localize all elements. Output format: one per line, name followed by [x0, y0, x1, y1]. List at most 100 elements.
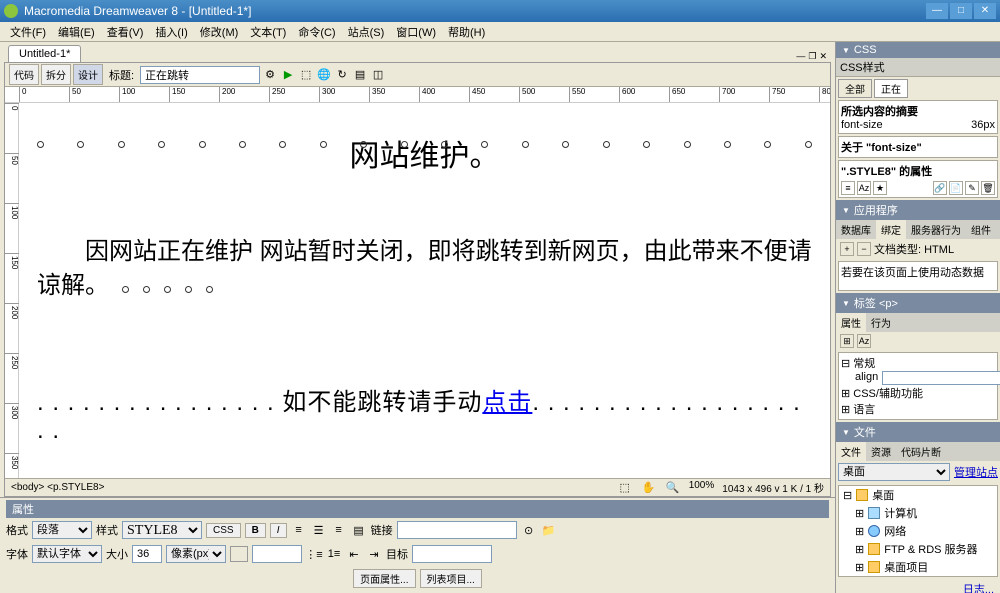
zoom-value[interactable]: 100%	[689, 480, 715, 496]
css-button[interactable]: CSS	[206, 523, 241, 538]
tag-selector[interactable]: <body> <p.STYLE8>	[11, 482, 104, 493]
css-panel-header[interactable]: CSS	[836, 42, 1000, 58]
tree-network[interactable]: ⊞网络	[839, 522, 997, 540]
menu-命令[interactable]: 命令(C)	[292, 22, 341, 42]
tree-computer[interactable]: ⊞计算机	[839, 504, 997, 522]
refresh-icon[interactable]: ↻	[334, 67, 350, 83]
indent-icon[interactable]: ⇥	[366, 546, 382, 562]
browser-check-icon[interactable]: ▶	[280, 67, 296, 83]
page-heading[interactable]: 网站维护。	[37, 131, 812, 175]
minus-icon[interactable]: −	[857, 242, 871, 256]
view-options-icon[interactable]: ▤	[352, 67, 368, 83]
delete-rule-icon[interactable]: 🗑	[981, 181, 995, 195]
tag-attrs-tab[interactable]: 属性	[836, 313, 866, 332]
ul-icon[interactable]: ⋮≡	[306, 546, 322, 562]
css-styles-tab[interactable]: CSS样式	[836, 58, 1000, 77]
italic-button[interactable]: I	[270, 523, 287, 538]
align-right-icon[interactable]: ≡	[331, 522, 347, 538]
doc-close-icon[interactable]: ✕	[819, 51, 827, 62]
maximize-button[interactable]: □	[950, 3, 972, 19]
point-to-file-icon[interactable]: ⊙	[521, 522, 537, 538]
tree-ftp[interactable]: ⊞FTP & RDS 服务器	[839, 540, 997, 558]
tag-behaviors-tab[interactable]: 行为	[866, 313, 896, 332]
bold-button[interactable]: B	[245, 523, 266, 538]
css-current-tab[interactable]: 正在	[874, 79, 908, 98]
design-view-button[interactable]: 设计	[73, 64, 103, 85]
split-view-button[interactable]: 拆分	[41, 64, 71, 85]
select-tool-icon[interactable]: ⬚	[617, 480, 633, 496]
edit-rule-icon[interactable]: ✎	[965, 181, 979, 195]
attach-css-icon[interactable]: 🔗	[933, 181, 947, 195]
preview-icon[interactable]: 🌐	[316, 67, 332, 83]
minimize-button[interactable]: —	[926, 3, 948, 19]
properties-header[interactable]: 属性	[12, 501, 34, 517]
font-select[interactable]: 默认字体	[32, 545, 102, 563]
tag-cat-icon[interactable]: ⊞	[840, 334, 854, 348]
menu-查看[interactable]: 查看(V)	[101, 22, 150, 42]
plus-icon[interactable]: +	[840, 242, 854, 256]
page-paragraph[interactable]: 因网站正在维护 网站暂时关闭，即将跳转到新网页，由此带来不便请谅解。	[37, 235, 812, 302]
zoom-tool-icon[interactable]: 🔍	[665, 480, 681, 496]
document-tab[interactable]: Untitled-1*	[8, 45, 81, 62]
new-rule-icon[interactable]: 📄	[949, 181, 963, 195]
menu-帮助[interactable]: 帮助(H)	[442, 22, 491, 42]
target-input[interactable]	[412, 545, 492, 563]
code-view-button[interactable]: 代码	[9, 64, 39, 85]
doc-restore-icon[interactable]: ❐	[808, 51, 816, 62]
tree-items[interactable]: ⊞桌面项目	[839, 558, 997, 576]
tag-panel-header[interactable]: 标签 <p>	[836, 293, 1000, 313]
files-panel-header[interactable]: 文件	[836, 422, 1000, 442]
validate-icon[interactable]: ⚙	[262, 67, 278, 83]
app-panel-header[interactable]: 应用程序	[836, 200, 1000, 220]
title-input[interactable]	[140, 66, 260, 84]
align-justify-icon[interactable]: ▤	[351, 522, 367, 538]
menu-窗口[interactable]: 窗口(W)	[390, 22, 442, 42]
menu-修改[interactable]: 修改(M)	[194, 22, 245, 42]
align-input[interactable]	[882, 371, 1000, 385]
size-input[interactable]	[132, 545, 162, 563]
tree-desktop[interactable]: ⊟桌面	[839, 486, 997, 504]
menu-文本[interactable]: 文本(T)	[244, 22, 292, 42]
log-link[interactable]: 日志...	[963, 584, 994, 593]
color-input[interactable]	[252, 545, 302, 563]
style-select[interactable]: STYLE8	[122, 521, 202, 539]
doc-minimize-icon[interactable]: —	[796, 51, 805, 62]
manual-link[interactable]: 点击	[482, 389, 532, 416]
show-list-icon[interactable]: Aᴢ	[857, 181, 871, 195]
files-tab[interactable]: 文件	[836, 442, 866, 461]
menu-编辑[interactable]: 编辑(E)	[52, 22, 101, 42]
window-size[interactable]: 1043 x 496 v 1 K / 1 秒	[722, 480, 824, 496]
tag-az-icon[interactable]: Aᴢ	[857, 334, 871, 348]
design-canvas[interactable]: 网站维护。 因网站正在维护 网站暂时关闭，即将跳转到新网页，由此带来不便请谅解。…	[19, 103, 830, 478]
color-swatch[interactable]	[230, 546, 248, 562]
show-category-icon[interactable]: ≡	[841, 181, 855, 195]
visual-aids-icon[interactable]: ◫	[370, 67, 386, 83]
hand-tool-icon[interactable]: ✋	[641, 480, 657, 496]
format-select[interactable]: 段落	[32, 521, 92, 539]
link-input[interactable]	[397, 521, 517, 539]
snippets-tab[interactable]: 代码片断	[896, 442, 946, 461]
page-properties-button[interactable]: 页面属性...	[353, 569, 415, 588]
page-footer[interactable]: . . . . . . . . . . . . . . . . 如不能跳转请手动…	[37, 382, 812, 445]
show-set-icon[interactable]: ★	[873, 181, 887, 195]
outdent-icon[interactable]: ⇤	[346, 546, 362, 562]
menu-站点[interactable]: 站点(S)	[342, 22, 391, 42]
app-tab-2[interactable]: 服务器行为	[906, 220, 966, 239]
unit-select[interactable]: 像素(px)	[166, 545, 226, 563]
menu-插入[interactable]: 插入(I)	[149, 22, 193, 42]
align-left-icon[interactable]: ≡	[291, 522, 307, 538]
ol-icon[interactable]: 1≡	[326, 546, 342, 562]
app-tab-1[interactable]: 绑定	[876, 220, 906, 239]
close-button[interactable]: ✕	[974, 3, 996, 19]
file-mgmt-icon[interactable]: ⬚	[298, 67, 314, 83]
menu-文件[interactable]: 文件(F)	[4, 22, 52, 42]
browse-folder-icon[interactable]: 📁	[541, 522, 557, 538]
site-select[interactable]: 桌面	[838, 463, 950, 481]
css-all-tab[interactable]: 全部	[838, 79, 872, 98]
manage-sites-link[interactable]: 管理站点	[954, 464, 998, 480]
app-tab-3[interactable]: 组件	[966, 220, 996, 239]
align-center-icon[interactable]: ☰	[311, 522, 327, 538]
list-item-button[interactable]: 列表项目...	[420, 569, 482, 588]
app-tab-0[interactable]: 数据库	[836, 220, 876, 239]
assets-tab[interactable]: 资源	[866, 442, 896, 461]
